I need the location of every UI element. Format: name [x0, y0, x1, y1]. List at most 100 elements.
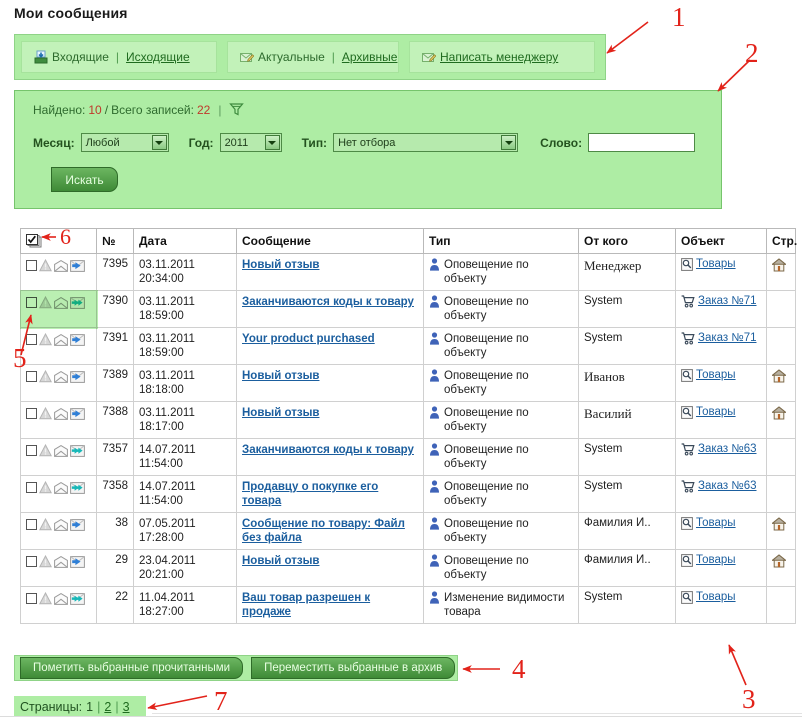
- row-icons-cell[interactable]: [20, 512, 97, 550]
- row-checkbox[interactable]: [26, 556, 37, 567]
- row-checkbox[interactable]: [26, 445, 37, 456]
- reply-envelope-icon[interactable]: [70, 481, 85, 494]
- tab-group-inbox-outbox[interactable]: Входящие | Исходящие: [21, 41, 217, 73]
- row-message-link[interactable]: Новый отзыв: [242, 369, 319, 383]
- envelope-open-icon[interactable]: [54, 555, 68, 568]
- tab-link-outgoing[interactable]: Исходящие: [126, 50, 190, 64]
- row-object-link[interactable]: Заказ №71: [698, 295, 757, 307]
- month-select[interactable]: Любой: [80, 133, 169, 152]
- reply-envelope-icon[interactable]: [70, 444, 85, 457]
- row-object-cell[interactable]: Товары: [675, 549, 767, 587]
- row-object-link[interactable]: Товары: [696, 517, 736, 529]
- envelope-open-icon[interactable]: [54, 259, 68, 272]
- tab-link-write-manager[interactable]: Написать менеджеру: [440, 50, 558, 64]
- warning-triangle-icon[interactable]: [39, 333, 52, 346]
- warning-triangle-icon[interactable]: [39, 296, 52, 309]
- table-row[interactable]: 29 23.04.2011 20:21:00 Новый отзыв Оповещени…: [20, 549, 796, 587]
- row-checkbox[interactable]: [26, 260, 37, 271]
- envelope-open-icon[interactable]: [54, 518, 68, 531]
- row-object-link[interactable]: Товары: [696, 406, 736, 418]
- row-icons-cell[interactable]: [20, 364, 97, 402]
- word-input[interactable]: [588, 133, 696, 152]
- table-row[interactable]: 7357 14.07.2011 11:54:00 Заканчиваются коды…: [20, 438, 796, 476]
- table-row[interactable]: 7395 03.11.2011 20:34:00 Новый отзыв Оповеще…: [20, 253, 796, 291]
- warning-triangle-icon[interactable]: [39, 370, 52, 383]
- filter-funnel-icon[interactable]: [229, 102, 245, 117]
- row-message-cell[interactable]: Новый отзыв: [236, 401, 424, 439]
- tab-link-archive[interactable]: Архивные: [342, 50, 398, 64]
- row-message-cell[interactable]: Новый отзыв: [236, 253, 424, 291]
- row-page-cell[interactable]: [766, 290, 796, 328]
- row-object-cell[interactable]: Товары: [675, 512, 767, 550]
- year-select[interactable]: 2011: [219, 133, 282, 152]
- row-message-link[interactable]: Продавцу о покупке его товара: [242, 480, 418, 508]
- row-object-link[interactable]: Товары: [696, 554, 736, 566]
- row-checkbox[interactable]: [26, 593, 37, 604]
- row-checkbox[interactable]: [26, 519, 37, 530]
- envelope-open-icon[interactable]: [54, 444, 68, 457]
- warning-triangle-icon[interactable]: [39, 481, 52, 494]
- row-checkbox[interactable]: [26, 371, 37, 382]
- row-message-link[interactable]: Заканчиваются коды к товару: [242, 443, 414, 457]
- row-checkbox[interactable]: [26, 334, 37, 345]
- reply-envelope-icon[interactable]: [70, 370, 85, 383]
- row-icons-cell[interactable]: [20, 438, 97, 476]
- row-message-cell[interactable]: Заканчиваются коды к товару: [236, 290, 424, 328]
- envelope-open-icon[interactable]: [54, 333, 68, 346]
- header-select-all[interactable]: [20, 228, 97, 254]
- row-object-cell[interactable]: Товары: [675, 364, 767, 402]
- header-from[interactable]: От кого: [578, 228, 676, 254]
- row-object-link[interactable]: Заказ №71: [698, 332, 757, 344]
- reply-envelope-icon[interactable]: [70, 407, 85, 420]
- table-row[interactable]: 38 07.05.2011 17:28:00 Сообщение по товару:…: [20, 512, 796, 550]
- row-icons-cell[interactable]: [20, 475, 97, 513]
- row-object-cell[interactable]: Товары: [675, 586, 767, 624]
- row-message-link[interactable]: Заканчиваются коды к товару: [242, 295, 414, 309]
- chevron-down-icon[interactable]: [264, 135, 280, 150]
- home-icon[interactable]: [772, 517, 790, 531]
- row-message-cell[interactable]: Продавцу о покупке его товара: [236, 475, 424, 513]
- row-page-cell[interactable]: [766, 327, 796, 365]
- row-icons-cell[interactable]: [20, 586, 97, 624]
- home-icon[interactable]: [772, 406, 790, 420]
- row-checkbox[interactable]: [26, 297, 37, 308]
- row-icons-cell[interactable]: [20, 290, 97, 328]
- envelope-open-icon[interactable]: [54, 370, 68, 383]
- page-link-3[interactable]: 3: [123, 700, 130, 714]
- header-type[interactable]: Тип: [423, 228, 579, 254]
- table-row[interactable]: 22 11.04.2011 18:27:00 Ваш товар разрешен к…: [20, 586, 796, 624]
- warning-triangle-icon[interactable]: [39, 518, 52, 531]
- header-message[interactable]: Сообщение: [236, 228, 424, 254]
- row-message-cell[interactable]: Заканчиваются коды к товару: [236, 438, 424, 476]
- envelope-open-icon[interactable]: [54, 481, 68, 494]
- row-object-cell[interactable]: Заказ №71: [675, 290, 767, 328]
- move-archive-button[interactable]: Переместить выбранные в архив: [251, 657, 456, 679]
- type-select[interactable]: Нет отбора: [333, 133, 519, 152]
- row-page-cell[interactable]: [766, 401, 796, 439]
- reply-envelope-icon[interactable]: [70, 555, 85, 568]
- row-page-cell[interactable]: [766, 475, 796, 513]
- row-message-link[interactable]: Ваш товар разрешен к продаже: [242, 591, 418, 619]
- header-page[interactable]: Стр.: [766, 228, 797, 254]
- row-icons-cell[interactable]: [20, 401, 97, 439]
- row-object-link[interactable]: Заказ №63: [698, 443, 757, 455]
- row-message-link[interactable]: Новый отзыв: [242, 554, 319, 568]
- row-icons-cell[interactable]: [20, 253, 97, 291]
- table-row[interactable]: 7390 03.11.2011 18:59:00 Заканчиваются коды…: [20, 290, 796, 328]
- envelope-open-icon[interactable]: [54, 407, 68, 420]
- row-checkbox[interactable]: [26, 408, 37, 419]
- table-row[interactable]: 7389 03.11.2011 18:18:00 Новый отзыв Оповеще…: [20, 364, 796, 402]
- row-message-cell[interactable]: Сообщение по товару: Файл без файла: [236, 512, 424, 550]
- row-checkbox[interactable]: [26, 482, 37, 493]
- warning-triangle-icon[interactable]: [39, 444, 52, 457]
- row-page-cell[interactable]: [766, 512, 796, 550]
- row-page-cell[interactable]: [766, 438, 796, 476]
- home-icon[interactable]: [772, 554, 790, 568]
- select-all-checkbox-icon[interactable]: [26, 233, 91, 249]
- reply-envelope-icon[interactable]: [70, 296, 85, 309]
- row-message-cell[interactable]: Ваш товар разрешен к продаже: [236, 586, 424, 624]
- row-message-cell[interactable]: Новый отзыв: [236, 549, 424, 587]
- table-row[interactable]: 7391 03.11.2011 18:59:00 Your product purch…: [20, 327, 796, 365]
- tab-group-write-manager[interactable]: Написать менеджеру: [409, 41, 595, 73]
- envelope-open-icon[interactable]: [54, 296, 68, 309]
